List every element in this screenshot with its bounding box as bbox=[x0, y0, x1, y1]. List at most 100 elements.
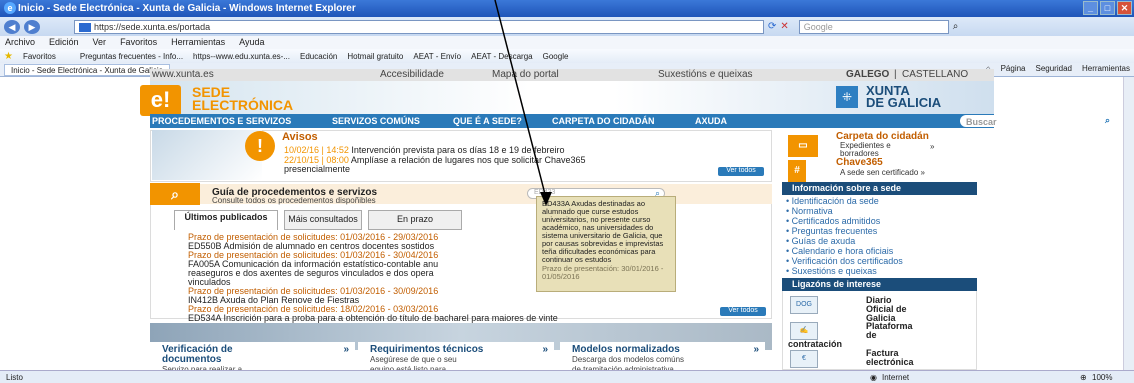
zone-text: Internet bbox=[882, 373, 910, 382]
card-verificacion[interactable]: Verificación de »documentosServizo para … bbox=[150, 342, 355, 374]
list-item[interactable]: Prazo de presentación de solicitudes: 01… bbox=[188, 233, 438, 251]
favorite-item[interactable]: Hotmail gratuito bbox=[347, 52, 403, 61]
close-window-button[interactable]: ✕ bbox=[1117, 1, 1132, 15]
chave365-icon: # bbox=[788, 160, 806, 182]
favorites-bar: ★ Favoritos Preguntas frecuentes - Info.… bbox=[0, 49, 1134, 63]
tool-pagina[interactable]: Página bbox=[1001, 64, 1026, 73]
carpeta-sub[interactable]: Expedientes e borradores bbox=[840, 142, 891, 158]
aviso-date: 10/02/16 | 14:52 bbox=[284, 145, 349, 155]
info-item[interactable]: • Normativa bbox=[786, 206, 903, 216]
info-item[interactable]: • Identificación da sede bbox=[786, 196, 903, 206]
lang-galego[interactable]: GALEGO bbox=[846, 69, 889, 80]
menu-favoritos[interactable]: Favoritos bbox=[120, 37, 157, 49]
doc-icon: DOG bbox=[790, 296, 818, 314]
info-item[interactable]: • Calendario e hora oficiais bbox=[786, 246, 903, 256]
list-item[interactable]: Prazo de presentación de solicitudes: 01… bbox=[188, 287, 438, 305]
lig-plataforma[interactable]: Plataforma de bbox=[866, 322, 913, 340]
zoom-level[interactable]: 100% bbox=[1092, 373, 1112, 382]
nav-carpeta[interactable]: CARPETA DO CIDADÁN bbox=[552, 116, 655, 126]
aviso-text: Amplíase a relación de lugares nos que s… bbox=[350, 155, 586, 165]
chave-sub-text: A sede sen certificado bbox=[840, 168, 919, 177]
aviso-item[interactable]: 10/02/16 | 14:52 Intervención prevista p… bbox=[284, 145, 565, 155]
info-item[interactable]: • Verificación dos certificados bbox=[786, 256, 903, 266]
tab-ultimos-publicados[interactable]: Últimos publicados bbox=[174, 210, 278, 230]
address-bar: ◀ ▶ https://sede.xunta.es/portada ⟳ ✕ Go… bbox=[0, 17, 1134, 36]
avisos-photo bbox=[152, 130, 262, 180]
refresh-icon[interactable]: ⟳ bbox=[768, 21, 776, 32]
menu-bar: Archivo Edición Ver Favoritos Herramient… bbox=[0, 36, 1134, 49]
favorite-item[interactable]: AEAT - Descarga bbox=[471, 52, 533, 61]
search-field[interactable]: Google bbox=[798, 19, 949, 34]
search-suggestion-tooltip[interactable]: ED433A Axudas destinadas ao alumnado que… bbox=[536, 196, 676, 292]
info-item-label: Guías de axuda bbox=[791, 236, 856, 246]
nav-que-e-a-sede[interactable]: QUE É A SEDE? bbox=[453, 116, 522, 126]
nav-axuda[interactable]: AXUDA bbox=[695, 116, 727, 126]
guia-subtitle: Consulte todos os procedementos dispoñib… bbox=[212, 196, 376, 205]
favorite-item[interactable]: Google bbox=[543, 52, 569, 61]
link-portal-map[interactable]: Mapa do portal bbox=[492, 69, 559, 80]
lang-castellano[interactable]: CASTELLANO bbox=[902, 69, 968, 80]
menu-ayuda[interactable]: Ayuda bbox=[239, 37, 264, 49]
minimize-button[interactable]: _ bbox=[1083, 1, 1098, 15]
list-item[interactable]: Prazo de presentación de solicitudes: 01… bbox=[188, 251, 438, 287]
tab-mais-consultados[interactable]: Máis consultados bbox=[284, 210, 362, 230]
zoom-icon: ⊕ bbox=[1080, 373, 1087, 382]
card-requirimentos[interactable]: Requirimentos técnicos » Asegúrese de que… bbox=[358, 342, 554, 374]
lig-plataforma-cont[interactable]: contratación bbox=[788, 340, 842, 349]
browser-tab[interactable]: Inicio - Sede Electrónica - Xunta de Gal… bbox=[4, 63, 171, 76]
avisos-ver-todos-button[interactable]: Ver todos bbox=[718, 167, 764, 176]
info-item[interactable]: • Guías de axuda bbox=[786, 236, 903, 246]
card-desc: Descarga dos modelos comúns bbox=[572, 355, 685, 364]
favorite-item[interactable]: Preguntas frecuentes - Info... bbox=[80, 52, 183, 61]
link-accessibility[interactable]: Accesibilidade bbox=[380, 69, 444, 80]
forward-icon[interactable]: ▶ bbox=[24, 19, 40, 34]
card-title: Requirimentos técnicos bbox=[370, 344, 484, 355]
stop-icon[interactable]: ✕ bbox=[780, 21, 788, 32]
chevron-right-icon[interactable]: » bbox=[930, 142, 934, 151]
favorite-item[interactable]: https--www.edu.xunta.es-... bbox=[193, 52, 290, 61]
menu-herramientas[interactable]: Herramientas bbox=[171, 37, 225, 49]
favorites-button[interactable]: Favoritos bbox=[23, 52, 56, 61]
tooltip-text: ED433A Axudas destinadas ao alumnado que… bbox=[542, 199, 664, 264]
proc-text: ED534A Inscrición para a proba para a ob… bbox=[188, 313, 558, 323]
tab-en-prazo[interactable]: En prazo bbox=[368, 210, 462, 230]
favorite-item[interactable]: AEAT - Envío bbox=[413, 52, 461, 61]
tool-seguridad[interactable]: Seguridad bbox=[1036, 64, 1072, 73]
link-suggestions[interactable]: Suxestións e queixas bbox=[658, 69, 753, 80]
xunta-logo[interactable]: XUNTA DE GALICIA bbox=[866, 84, 941, 109]
guia-ver-todos-button[interactable]: Ver todos bbox=[720, 307, 766, 316]
url-field[interactable]: https://sede.xunta.es/portada bbox=[74, 19, 764, 34]
card-title: documentos bbox=[162, 354, 222, 365]
top-links: www.xunta.es Accesibilidade Mapa do port… bbox=[150, 69, 994, 81]
star-icon: ★ bbox=[4, 50, 13, 62]
nav-servizos-comuns[interactable]: SERVIZOS COMÚNS bbox=[332, 116, 420, 126]
card-modelos[interactable]: Modelos normalizados » Descarga dos model… bbox=[560, 342, 765, 374]
lig-factura[interactable]: Factura electrónica bbox=[866, 349, 914, 367]
link-xunta[interactable]: www.xunta.es bbox=[152, 69, 214, 80]
site-search-input[interactable]: Buscar ⌕ bbox=[960, 115, 1115, 127]
favorite-item[interactable]: Educación bbox=[300, 52, 337, 61]
aviso-item-cont: presencialmente bbox=[284, 164, 351, 174]
site-icon bbox=[79, 22, 91, 32]
menu-ver[interactable]: Ver bbox=[93, 37, 107, 49]
vertical-scrollbar[interactable] bbox=[1123, 77, 1134, 370]
info-item[interactable]: • Preguntas frecuentes bbox=[786, 226, 903, 236]
back-icon[interactable]: ◀ bbox=[4, 19, 20, 34]
search-icon[interactable]: ⌕ bbox=[953, 21, 959, 32]
search-icon[interactable]: ⌕ bbox=[1105, 115, 1110, 126]
chave-sub[interactable]: A sede sen certificado » bbox=[840, 168, 925, 177]
search-icon: ⌕ bbox=[150, 183, 200, 205]
sede-logo[interactable]: e! bbox=[140, 85, 181, 116]
card-title: Modelos normalizados bbox=[572, 344, 680, 355]
info-item[interactable]: • Certificados admitidos bbox=[786, 216, 903, 226]
nav-procedementos[interactable]: PROCEDEMENTOS E SERVIZOS bbox=[152, 116, 291, 126]
menu-archivo[interactable]: Archivo bbox=[5, 37, 35, 49]
chave-title[interactable]: Chave365 bbox=[836, 157, 883, 168]
window-title-bar: e Inicio - Sede Electrónica - Xunta de G… bbox=[0, 0, 1134, 17]
info-item[interactable]: • Suxestións e queixas bbox=[786, 266, 903, 276]
lig-diario[interactable]: Diario Oficial de Galicia bbox=[866, 296, 907, 323]
info-title: Información sobre a sede bbox=[782, 182, 977, 195]
tool-herramientas[interactable]: Herramientas bbox=[1082, 64, 1130, 73]
menu-edicion[interactable]: Edición bbox=[49, 37, 79, 49]
maximize-button[interactable]: □ bbox=[1100, 1, 1115, 15]
